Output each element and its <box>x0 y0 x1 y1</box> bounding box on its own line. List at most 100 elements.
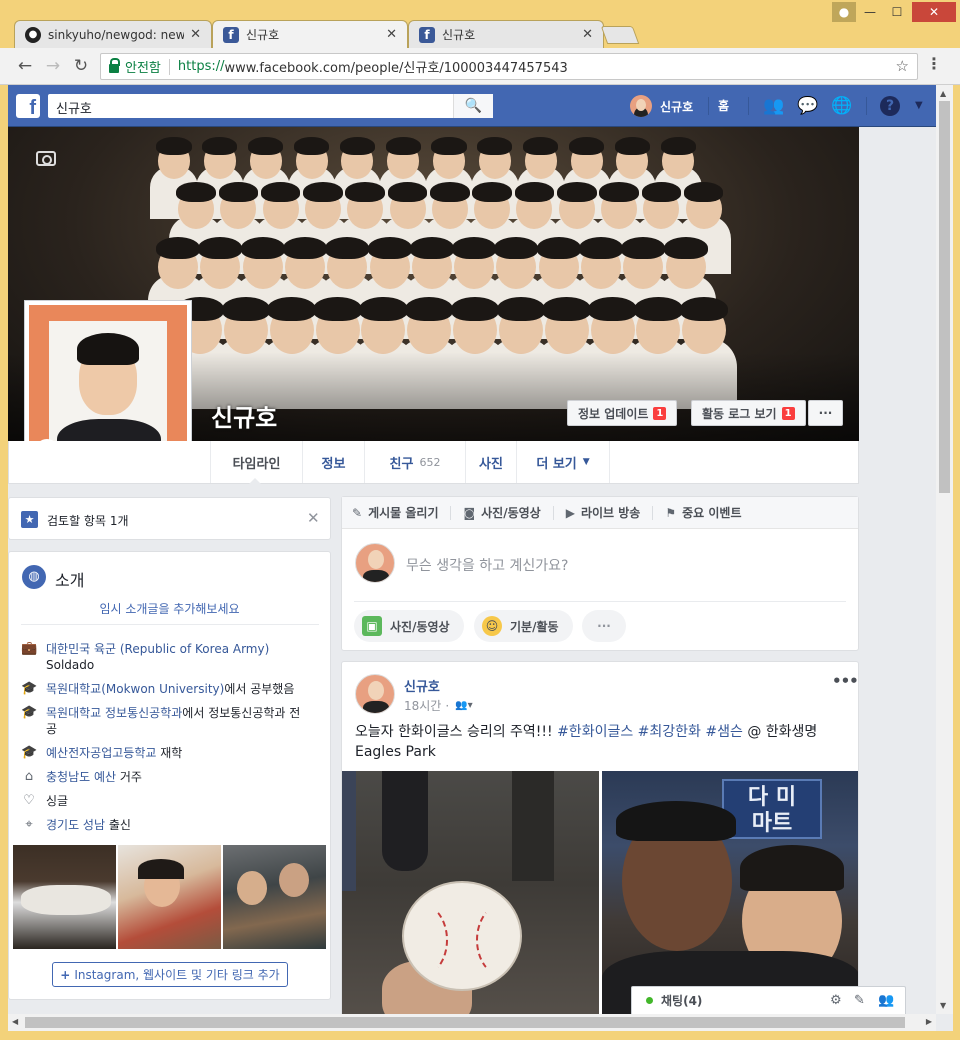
user-icon[interactable]: ● <box>832 2 856 22</box>
intro-link[interactable]: 예산전자공업고등학교 <box>46 746 156 760</box>
back-arrow-icon[interactable]: ← <box>14 56 36 78</box>
search-input[interactable]: 신규호 <box>48 94 493 118</box>
maximize-button[interactable]: ☐ <box>884 2 910 22</box>
scrollbar-thumb[interactable] <box>25 1017 905 1028</box>
hashtag-link[interactable]: #샘슨 <box>705 724 743 740</box>
intro-link[interactable]: 목원대학교 정보통신공학과 <box>46 706 182 720</box>
featured-photo[interactable] <box>118 845 221 949</box>
search-button[interactable]: 🔍 <box>453 94 493 118</box>
composer-tab-create-post[interactable]: ✎ 게시물 올리기 <box>352 504 438 521</box>
home-link[interactable]: 홈 <box>718 97 729 114</box>
post-options-icon[interactable]: ••• <box>832 672 858 690</box>
friends-audience-icon[interactable]: 👥▾ <box>455 700 472 711</box>
post-time[interactable]: 18시간 <box>404 697 441 714</box>
scroll-down-arrow-icon[interactable]: ▼ <box>940 1001 946 1010</box>
camera-icon: ◙ <box>463 505 476 520</box>
post-photo-selfie[interactable]: 다 미 마트 <box>602 771 858 1020</box>
avatar[interactable] <box>355 674 395 714</box>
tab-more[interactable]: 더 보기 ▼ <box>516 441 610 483</box>
facebook-logo-icon[interactable]: f <box>16 94 40 119</box>
composer-tab-life-event[interactable]: ⚑ 중요 이벤트 <box>665 504 741 521</box>
minimize-button[interactable]: — <box>858 2 882 22</box>
camera-icon[interactable] <box>36 151 56 166</box>
close-icon[interactable]: ✕ <box>307 509 320 527</box>
tab-timeline[interactable]: 타임라인 <box>210 441 302 483</box>
photo-video-button[interactable]: ▣ 사진/동영상 <box>354 610 464 642</box>
friends-count: 652 <box>419 455 441 469</box>
activity-log-button[interactable]: 활동 로그 보기 1 <box>691 400 806 426</box>
more-options-button[interactable]: ··· <box>808 400 843 426</box>
browser-tab-github[interactable]: ● sinkyuho/newgod: newg ✕ <box>14 20 212 48</box>
gear-icon[interactable]: ⚙ <box>830 993 842 1008</box>
reload-icon[interactable]: ↻ <box>70 56 92 78</box>
cover-person-part <box>248 137 284 155</box>
composer-tab-live[interactable]: ▶ 라이브 방송 <box>566 504 641 521</box>
close-tab-icon[interactable]: ✕ <box>190 27 201 42</box>
address-bar[interactable]: 안전함 https:// www.facebook.com/people/신규호… <box>100 53 918 80</box>
review-items-label: 검토할 항목 1개 <box>47 514 129 528</box>
intro-link[interactable]: 대한민국 육군 (Republic of Korea Army) <box>46 642 269 656</box>
hashtag-link[interactable]: #최강한화 <box>638 724 701 740</box>
horizontal-scrollbar[interactable]: ◀ ▶ <box>8 1014 936 1031</box>
intro-link[interactable]: 경기도 성남 <box>46 818 105 832</box>
scrollbar-thumb[interactable] <box>939 101 950 493</box>
tab-title: 신규호 <box>442 28 476 42</box>
hashtag-link[interactable]: #한화이글스 <box>557 724 633 740</box>
cover-person-part <box>536 237 581 259</box>
intro-item-text: 목원대학교 정보통신공학과에서 정보통신공학과 전공 <box>46 705 311 737</box>
intro-link[interactable]: 목원대학교(Mokwon University) <box>46 682 224 696</box>
intro-item-hometown: ⌖ 경기도 성남 출신 <box>21 817 311 833</box>
scroll-right-arrow-icon[interactable]: ▶ <box>926 1017 932 1026</box>
bookmark-star-icon[interactable]: ☆ <box>896 57 909 75</box>
review-items-card[interactable]: ★ 검토할 항목 1개 ✕ <box>8 497 331 540</box>
group-icon[interactable]: 👥 <box>878 993 894 1008</box>
more-button[interactable]: ··· <box>582 610 626 642</box>
tab-friends[interactable]: 친구 652 <box>364 441 465 483</box>
tab-photos[interactable]: 사진 <box>465 441 516 483</box>
browser-tab-facebook[interactable]: f 신규호 ✕ <box>408 20 604 48</box>
intro-item-home: ⌂ 충청남도 예산 거주 <box>21 769 311 785</box>
divider <box>354 601 846 602</box>
friends-icon[interactable]: 👥 <box>763 96 784 116</box>
browser-toolbar: ← → ↻ 안전함 https:// www.facebook.com/peop… <box>0 48 960 85</box>
profile-name[interactable]: 신규호 <box>211 398 277 433</box>
featured-photo[interactable] <box>223 845 326 949</box>
composer-tab-photo-video[interactable]: ◙ 사진/동영상 <box>463 504 540 521</box>
post-author[interactable]: 신규호 <box>404 676 440 695</box>
add-intro-link[interactable]: 임시 소개글을 추가해보세요 <box>9 600 330 617</box>
scroll-up-arrow-icon[interactable]: ▲ <box>940 89 946 98</box>
vertical-scrollbar[interactable]: ▲ ▼ <box>936 85 953 1014</box>
messenger-icon[interactable]: 💬 <box>797 96 818 116</box>
scroll-left-arrow-icon[interactable]: ◀ <box>12 1017 18 1026</box>
help-icon[interactable]: ? <box>880 96 900 116</box>
chrome-menu-icon[interactable]: ⋮ <box>926 54 942 73</box>
chevron-down-icon[interactable]: ▼ <box>915 100 923 111</box>
cover-person-part <box>588 297 637 322</box>
close-window-button[interactable]: ✕ <box>912 2 956 22</box>
post-photo-baseball[interactable] <box>342 771 599 1020</box>
compose-icon[interactable]: ✎ <box>854 993 865 1008</box>
composer-input[interactable]: 무슨 생각을 하고 계신가요? <box>406 555 568 575</box>
close-tab-icon[interactable]: ✕ <box>386 27 397 42</box>
cover-person-part <box>477 137 513 155</box>
cover-person-part <box>641 182 682 202</box>
globe-icon[interactable]: 🌐 <box>831 96 852 116</box>
photo-hair <box>740 845 844 891</box>
photo-detail <box>382 771 428 871</box>
intro-link[interactable]: 충청남도 예산 <box>46 770 116 784</box>
header-profile-link[interactable]: 신규호 <box>630 95 693 117</box>
forward-arrow-icon[interactable]: → <box>42 56 64 78</box>
chat-sidebar-tab[interactable]: 채팅(4) ⚙ ✎ 👥 <box>631 986 906 1014</box>
feeling-activity-button[interactable]: ☺ 기분/활동 <box>474 610 573 642</box>
add-links-button[interactable]: + Instagram, 웹사이트 및 기타 링크 추가 <box>52 962 288 987</box>
close-tab-icon[interactable]: ✕ <box>582 27 593 42</box>
notification-badge: 1 <box>653 406 667 420</box>
update-info-button[interactable]: 정보 업데이트 1 <box>567 400 678 426</box>
browser-tab-facebook-active[interactable]: f 신규호 ✕ <box>212 20 408 48</box>
new-tab-button[interactable] <box>600 26 640 44</box>
window-frame <box>953 85 960 1040</box>
cover-person-part <box>293 137 330 155</box>
tab-about[interactable]: 정보 <box>302 441 364 483</box>
cover-person-part <box>579 237 624 259</box>
featured-photo[interactable] <box>13 845 116 949</box>
